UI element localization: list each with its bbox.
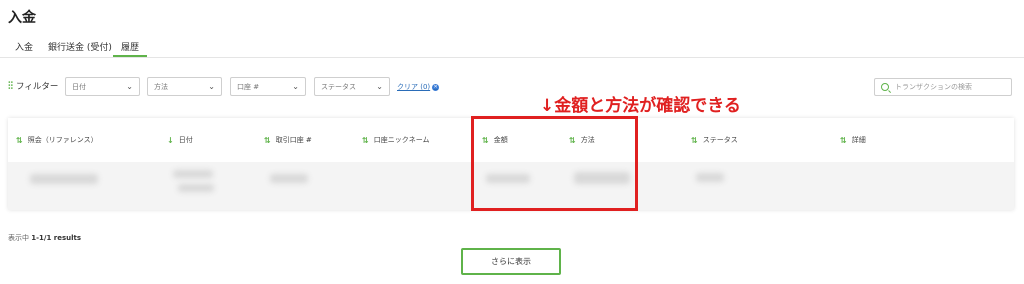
method-filter-value: 方法: [154, 82, 168, 91]
results-count: 1-1/1 results: [31, 234, 82, 242]
chevron-down-icon: ⌄: [292, 82, 299, 91]
close-icon: ✕: [432, 83, 440, 91]
search-placeholder: トランザクションの検索: [895, 83, 972, 91]
sort-down-icon: ↓: [167, 135, 174, 145]
filter-sliders-icon: ⫶⫶: [8, 80, 13, 92]
clear-filters-label: クリア (0): [397, 83, 431, 91]
redacted-reference: [30, 174, 98, 184]
clear-filters-link[interactable]: クリア (0) ✕: [397, 82, 440, 92]
redacted-date-time: [178, 184, 214, 192]
tab-deposit[interactable]: 入金: [15, 40, 33, 53]
status-filter-select[interactable]: ステータス ⌄: [314, 77, 390, 96]
tab-history[interactable]: 履歴: [121, 40, 139, 53]
date-filter-select[interactable]: 日付 ⌄: [65, 77, 140, 96]
tab-bank-transfer[interactable]: 銀行送金 (受付): [48, 40, 112, 53]
filter-label-text: フィルター: [16, 82, 59, 92]
filter-label: ⫶⫶ フィルター: [8, 80, 59, 93]
column-header-reference[interactable]: ⇅ 照会（リファレンス）: [16, 135, 98, 145]
tab-divider: [0, 57, 1024, 58]
results-prefix: 表示中: [8, 234, 29, 242]
sort-icon: ⇅: [362, 135, 369, 145]
page-title: 入金: [8, 10, 36, 26]
results-summary: 表示中 1-1/1 results: [8, 233, 81, 243]
date-filter-value: 日付: [72, 82, 86, 91]
sort-icon: ⇅: [840, 135, 847, 145]
show-more-button[interactable]: さらに表示: [461, 248, 561, 275]
column-header-date[interactable]: ↓ 日付: [167, 135, 193, 145]
chevron-down-icon: ⌄: [208, 82, 215, 91]
account-filter-select[interactable]: 口座 # ⌄: [230, 77, 306, 96]
column-header-status[interactable]: ⇅ ステータス: [691, 135, 738, 145]
annotation-callout: ↓金額と方法が確認できる: [540, 96, 741, 116]
search-icon: [881, 83, 889, 91]
sort-icon: ⇅: [16, 135, 23, 145]
column-header-account[interactable]: ⇅ 取引口座 #: [264, 135, 312, 145]
chevron-down-icon: ⌄: [376, 82, 383, 91]
column-header-nickname[interactable]: ⇅ 口座ニックネーム: [362, 135, 430, 145]
redacted-account: [270, 174, 308, 183]
sort-icon: ⇅: [264, 135, 271, 145]
status-filter-value: ステータス: [321, 82, 356, 91]
column-header-details[interactable]: ⇅ 詳細: [840, 135, 866, 145]
sort-icon: ⇅: [691, 135, 698, 145]
redacted-date: [173, 170, 213, 178]
annotation-highlight-box: [471, 116, 638, 211]
account-filter-value: 口座 #: [237, 82, 260, 91]
transaction-search-input[interactable]: トランザクションの検索: [874, 78, 1012, 96]
method-filter-select[interactable]: 方法 ⌄: [147, 77, 222, 96]
chevron-down-icon: ⌄: [126, 82, 133, 91]
redacted-status: [696, 173, 724, 182]
